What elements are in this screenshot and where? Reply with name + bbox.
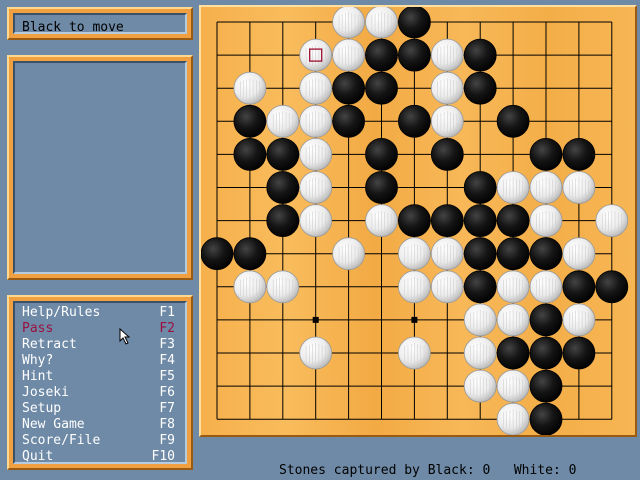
black-stone	[496, 336, 530, 370]
black-stone	[463, 204, 497, 238]
black-stone	[266, 204, 300, 238]
menu-item-shortcut: F5	[159, 369, 175, 384]
menu-item-label: New Game	[22, 417, 85, 432]
black-stone	[463, 38, 497, 72]
black-stone	[201, 237, 234, 271]
menu-item-new-game[interactable]: New Game F8	[22, 417, 179, 433]
black-stone	[398, 7, 431, 39]
black-stone	[430, 137, 464, 171]
black-stone	[397, 104, 431, 138]
black-stone	[266, 171, 300, 204]
captured-white-count: 0	[568, 463, 577, 478]
black-stone	[365, 137, 398, 171]
message-panel	[7, 55, 193, 280]
black-stone	[233, 104, 267, 138]
black-stone	[430, 204, 464, 238]
menu-item-shortcut: F1	[159, 305, 175, 320]
capture-status: Stones captured by Black: 0 White: 0	[279, 463, 576, 478]
menu-item-shortcut: F10	[151, 449, 175, 464]
menu-item-shortcut: F6	[159, 385, 175, 400]
black-stone	[332, 104, 366, 138]
black-stone	[365, 71, 398, 105]
status-text: Black to move	[22, 20, 124, 35]
black-stone	[496, 104, 530, 138]
black-stone	[529, 137, 563, 171]
menu-item-label: Hint	[22, 369, 54, 384]
black-stone	[365, 171, 398, 204]
black-stone	[529, 369, 563, 403]
menu-item-label: Retract	[22, 337, 77, 352]
menu-item-hint[interactable]: Hint F5	[22, 369, 179, 385]
menu-item-shortcut: F2	[159, 321, 175, 336]
menu-item-joseki[interactable]: Joseki F6	[22, 385, 179, 401]
black-stone	[595, 270, 629, 304]
captured-white-label: White:	[513, 463, 561, 478]
menu-item-label: Pass	[22, 321, 54, 336]
black-stone	[463, 270, 497, 304]
menu-item-pass[interactable]: Pass F2	[22, 321, 179, 337]
mouse-pointer-icon	[119, 328, 131, 345]
menu-item-label: Setup	[22, 401, 62, 416]
menu-panel: Help/Rules F1 Pass F2 Retract F3 Why? F4 Hint F5 J…	[7, 295, 193, 470]
menu-item-label: Quit	[22, 449, 54, 464]
menu-item-score-file[interactable]: Score/File F9	[22, 433, 179, 449]
black-stone	[463, 171, 497, 204]
black-stone	[562, 137, 596, 171]
black-stone	[562, 270, 596, 304]
menu-item-retract[interactable]: Retract F3	[22, 337, 179, 353]
menu-item-why[interactable]: Why? F4	[22, 353, 179, 369]
menu-item-shortcut: F4	[159, 353, 175, 368]
black-stone	[397, 204, 431, 238]
black-stone	[266, 137, 300, 171]
board-grid[interactable]	[201, 7, 635, 435]
star-point	[411, 316, 418, 323]
menu-item-label: Joseki	[22, 385, 69, 400]
status-box: Black to move	[13, 13, 187, 35]
black-stone	[529, 336, 563, 370]
black-stone	[365, 38, 398, 72]
black-stone	[496, 237, 530, 271]
menu-item-shortcut: F7	[159, 401, 175, 416]
captured-black-label: Stones captured by Black:	[279, 463, 475, 478]
message-box	[13, 61, 187, 274]
menu-item-help-rules[interactable]: Help/Rules F1	[22, 305, 179, 321]
menu-item-label: Why?	[22, 353, 54, 368]
menu-item-quit[interactable]: Quit F10	[22, 449, 179, 465]
black-stone	[463, 71, 497, 105]
black-stone	[332, 71, 366, 105]
black-stone	[496, 204, 530, 238]
menu-item-label: Help/Rules	[22, 305, 101, 320]
captured-black-count: 0	[482, 463, 491, 478]
menu-item-shortcut: F9	[159, 433, 175, 448]
go-board[interactable]	[199, 5, 637, 437]
black-stone	[233, 237, 267, 271]
black-stone	[233, 137, 267, 171]
star-point	[312, 316, 319, 323]
black-stone	[562, 336, 596, 370]
black-stone	[529, 237, 563, 271]
menu-box: Help/Rules F1 Pass F2 Retract F3 Why? F4 Hint F5 J…	[13, 301, 187, 464]
menu-item-label: Score/File	[22, 433, 101, 448]
menu-item-shortcut: F8	[159, 417, 175, 432]
black-stone	[397, 38, 431, 72]
menu-item-shortcut: F3	[159, 337, 175, 352]
black-stone	[463, 237, 497, 271]
menu-item-setup[interactable]: Setup F7	[22, 401, 179, 417]
black-stone	[529, 303, 563, 337]
status-panel: Black to move	[7, 7, 193, 40]
black-stone	[529, 402, 563, 435]
